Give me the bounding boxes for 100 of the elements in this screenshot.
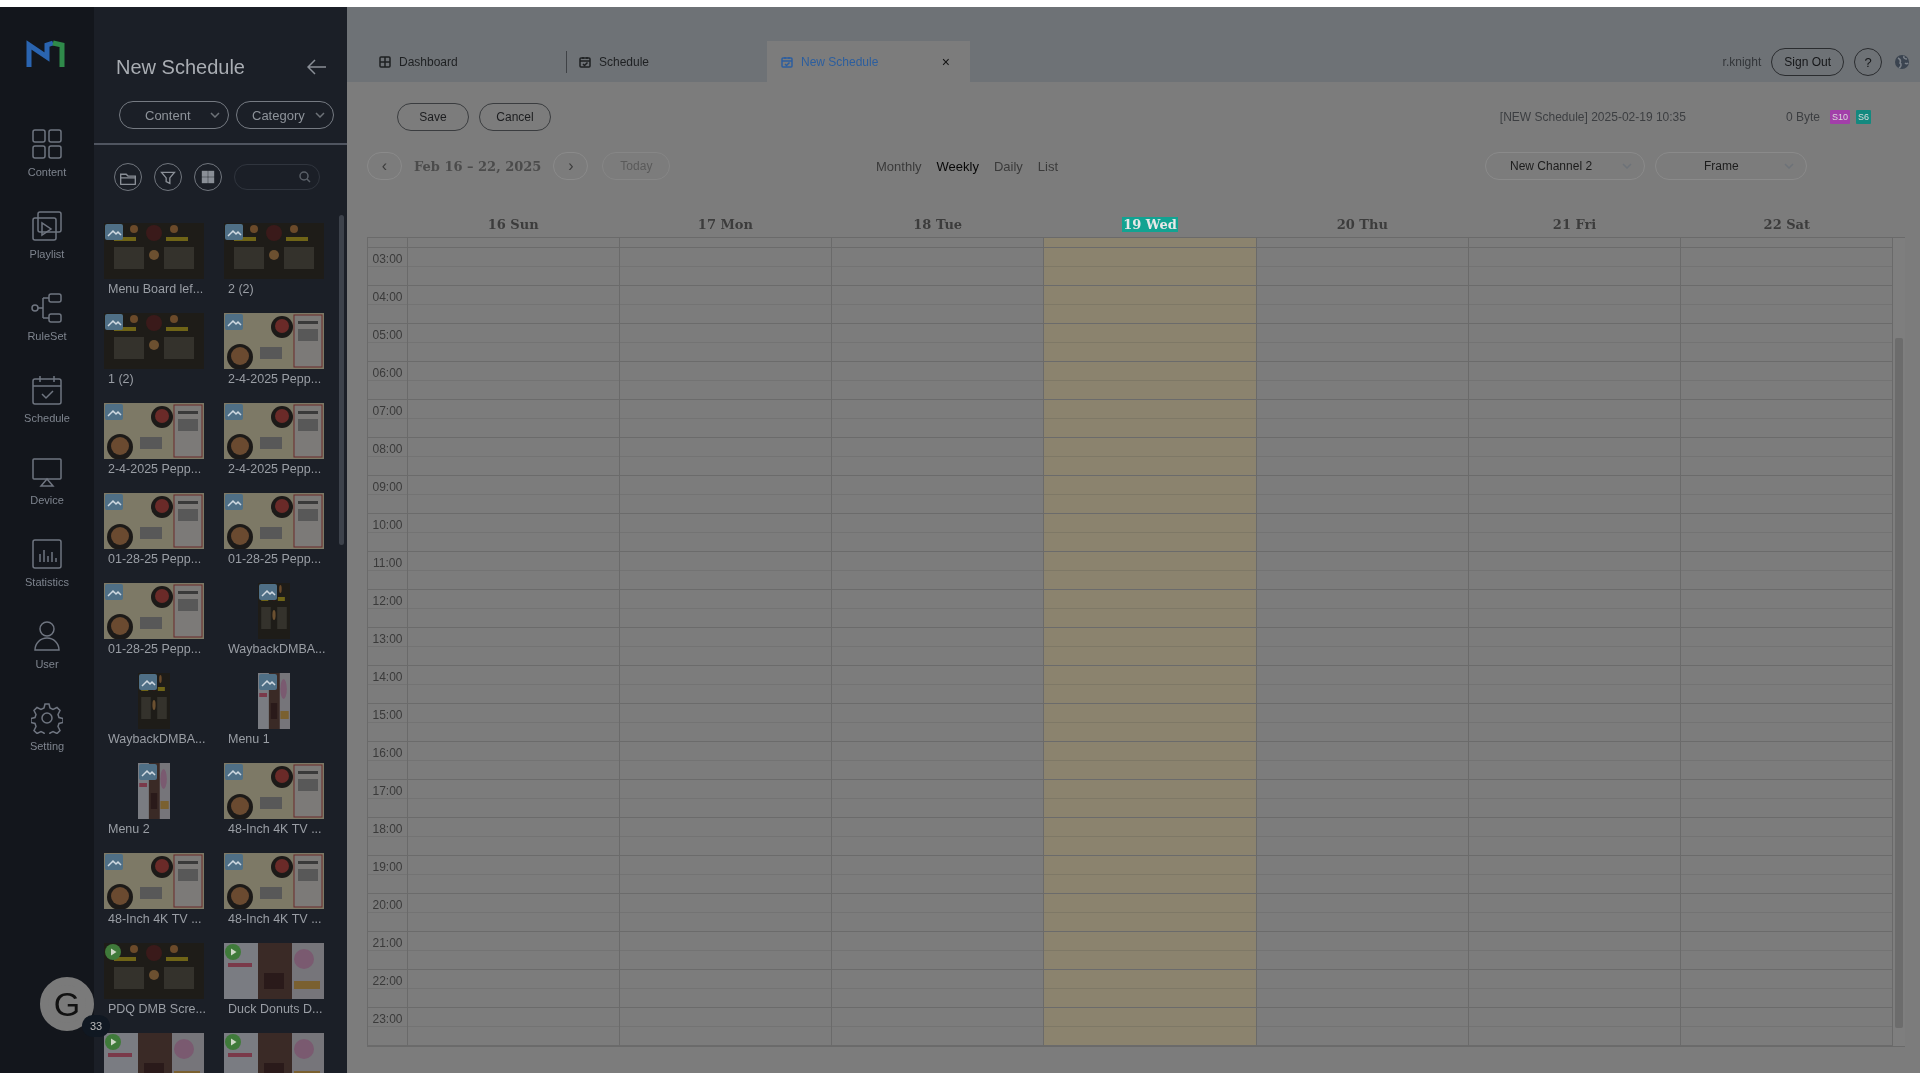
logo-icon [26,40,68,70]
user-icon [31,620,63,652]
scrollbar[interactable] [339,215,344,545]
thumbnail-label: WaybackDMBA... [107,732,206,746]
play-icon [105,1034,121,1050]
calendar-icon [31,374,63,406]
username: r.knight [1722,55,1762,69]
tab[interactable]: New Schedule × [767,41,970,82]
image-type-icon [259,674,277,690]
thumbnail-label: Menu Board lef... [107,282,204,296]
time-label: 05:00 [372,328,403,342]
nav-label: RuleSet [27,330,67,342]
image-type-icon [225,854,243,870]
image-type-icon [139,674,157,690]
thumbnail-label: Duck Donuts D... [227,1002,323,1016]
time-label: 13:00 [372,632,403,646]
nav-item[interactable]: Content [27,128,67,210]
view-tab[interactable]: Daily [993,158,1023,174]
panel-title: New Schedule [116,55,245,79]
time-label: 14:00 [372,670,403,684]
time-label: 03:00 [372,252,403,266]
image-type-icon [105,224,123,240]
time-label: 12:00 [372,594,403,608]
time-label: 08:00 [372,442,403,456]
play-icon [225,1034,241,1050]
nav-label: Statistics [25,576,69,588]
day-header: 17 Mon [696,216,754,232]
time-label: 10:00 [372,518,403,532]
time-label: 17:00 [372,784,403,798]
thumbnail-label: Menu 1 [227,732,270,746]
tag: S10 [1829,110,1850,124]
image-type-icon [225,764,243,780]
nav-item[interactable]: Schedule [24,374,70,456]
nav-item[interactable]: Device [30,456,64,538]
view-tab[interactable]: Weekly [936,158,979,174]
monitor-icon [31,456,63,488]
time-label: 07:00 [372,404,403,418]
thumbnail-label: 01-28-25 Pepp... [107,642,202,656]
nav-label: Schedule [24,412,70,424]
nav-item[interactable]: Statistics [25,538,69,620]
image-type-icon [139,764,157,780]
nav-label: Content [27,166,67,178]
time-label: 20:00 [372,898,403,912]
thumbnail-label: WaybackDMBA... [227,642,326,656]
globe-icon [1894,54,1910,70]
size-label: 0 Byte [1785,110,1820,124]
day-header: 22 Sat [1762,216,1812,232]
image-type-icon [105,584,123,600]
image-type-icon [105,314,123,330]
flowchart-icon [31,292,63,324]
view-tab[interactable]: List [1037,158,1059,174]
time-label: 21:00 [372,936,403,950]
schedule-info: [NEW Schedule] 2025-02-19 10:35 [1499,110,1686,124]
tab[interactable]: Dashboard [347,51,567,73]
thumbnail-label: 01-28-25 Pepp... [107,552,202,566]
thumbnail-label: 2-4-2025 Pepp... [227,372,322,386]
thumbnail-label: PDQ DMB Scre... [107,1002,206,1016]
day-header: 21 Fri [1551,216,1598,232]
close-button[interactable]: × [941,53,950,70]
day-header: 19 Wed [1122,216,1178,232]
day-header: 16 Sun [486,216,540,232]
dashboard-icon [379,56,391,68]
search-icon [299,171,311,183]
view-tab[interactable]: Monthly [876,158,922,174]
time-label: 19:00 [372,860,403,874]
day-header: 18 Tue [912,216,964,232]
time-label: 22:00 [372,974,403,988]
chevron-down-icon [210,112,220,118]
time-label: 04:00 [372,290,403,304]
image-type-icon [225,404,243,420]
thumbnail-label: 1 (2) [107,372,134,386]
play-icon [31,210,63,242]
image-type-icon [259,584,277,600]
play-icon [105,944,121,960]
image-type-icon [105,404,123,420]
time-label: 15:00 [372,708,403,722]
chart-icon [31,538,63,570]
time-label: 06:00 [372,366,403,380]
time-label: 23:00 [372,1012,403,1026]
back-arrow-icon [307,59,327,75]
thumbnail-label: 2-4-2025 Pepp... [107,462,202,476]
tag: S6 [1856,110,1871,124]
time-label: 09:00 [372,480,403,494]
thumbnail-label: 2 (2) [227,282,254,296]
settings-icon [31,702,63,734]
thumbnail-label: 2-4-2025 Pepp... [227,462,322,476]
nav-label: User [35,658,59,670]
time-label: 16:00 [372,746,403,760]
calendar-icon [579,55,591,68]
thumbnail-label: 01-28-25 Pepp... [227,552,322,566]
nav-item[interactable]: Playlist [29,210,65,292]
nav-item[interactable]: Setting [29,702,65,784]
tab[interactable]: Schedule [567,41,767,82]
play-icon [225,944,241,960]
nav-item[interactable]: RuleSet [27,292,67,374]
nav-item[interactable]: User [31,620,63,702]
nav-label: Setting [29,740,65,752]
chevron-down-icon [315,112,325,118]
time-label: 18:00 [372,822,403,836]
thumbnail-label: 48-Inch 4K TV ... [107,912,202,926]
